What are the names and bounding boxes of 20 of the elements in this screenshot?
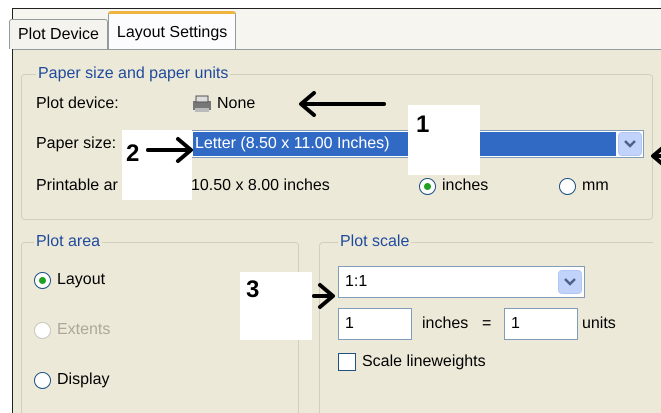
callout-tooltip: 2 <box>122 130 192 200</box>
radio-label: inches <box>442 176 488 196</box>
group-title: Paper size and paper units <box>37 64 230 84</box>
radio-label: Layout <box>57 270 106 290</box>
group-title: Plot area <box>35 232 102 252</box>
field-label: Plot device: <box>36 95 119 112</box>
unit-label: inches <box>422 314 470 334</box>
checkbox-label: Scale lineweights <box>362 352 486 372</box>
group-title: Plot scale <box>339 232 410 252</box>
callout-tooltip: 1 <box>408 105 480 175</box>
radio-label: Extents <box>57 320 110 340</box>
radio-label: Display <box>57 370 110 390</box>
callout-tooltip: 3 <box>240 272 312 340</box>
printable-area-value: 10.50 x 8.00 inches <box>191 176 331 196</box>
field-label: Printable ar <box>36 177 118 194</box>
field-label: Paper size: <box>36 135 116 152</box>
equals-sign: = <box>482 314 492 334</box>
unit-label: units <box>582 314 616 334</box>
radio-label: mm <box>582 176 609 196</box>
plot-device-value: None <box>217 94 256 114</box>
